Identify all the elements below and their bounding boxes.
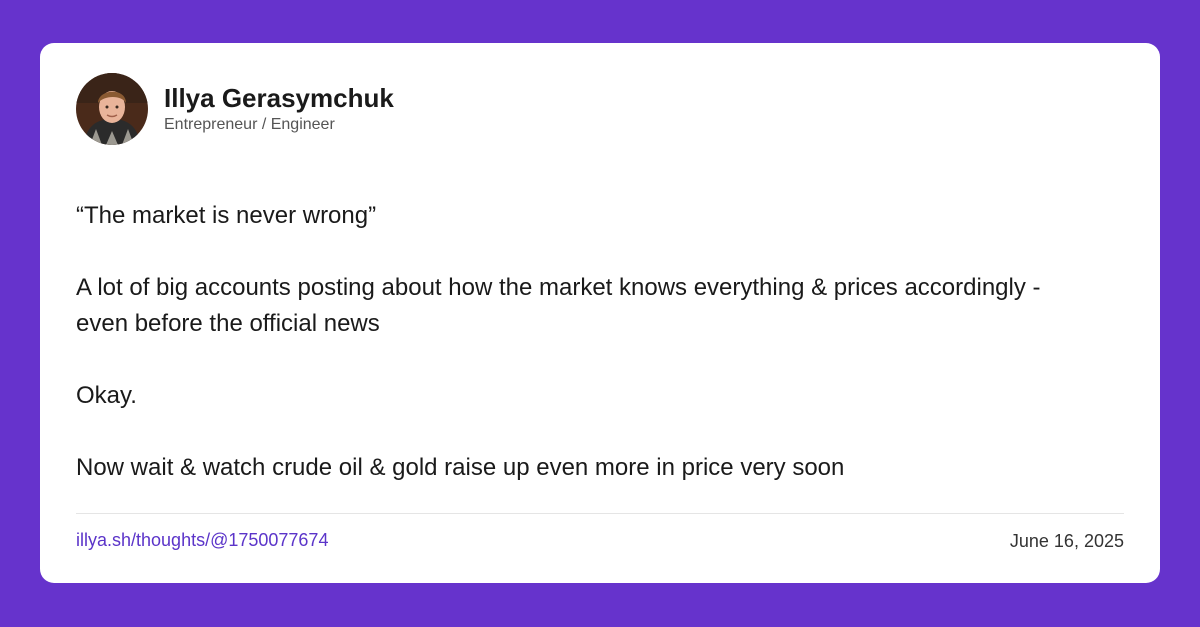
post-body: “The market is never wrong” A lot of big…: [76, 198, 1076, 522]
author-info: Illya Gerasymchuk Entrepreneur / Enginee…: [164, 84, 394, 135]
profile-photo-icon: [76, 73, 148, 145]
post-paragraph: Okay.: [76, 382, 137, 409]
post-paragraph: “The market is never wrong”: [76, 202, 377, 229]
post-paragraph: A lot of big accounts posting about how …: [76, 274, 1041, 337]
author-header: Illya Gerasymchuk Entrepreneur / Enginee…: [76, 73, 394, 145]
avatar[interactable]: [76, 73, 148, 145]
post-date: June 16, 2025: [1009, 531, 1124, 551]
post-paragraph: Now wait & watch crude oil & gold raise …: [76, 454, 845, 481]
thought-card: Illya Gerasymchuk Entrepreneur / Enginee…: [40, 43, 1160, 583]
post-permalink[interactable]: illya.sh/thoughts/@1750077674: [76, 530, 328, 551]
footer-divider: [76, 513, 1124, 514]
author-title: Entrepreneur / Engineer: [164, 116, 335, 134]
author-name[interactable]: Illya Gerasymchuk: [164, 84, 394, 113]
